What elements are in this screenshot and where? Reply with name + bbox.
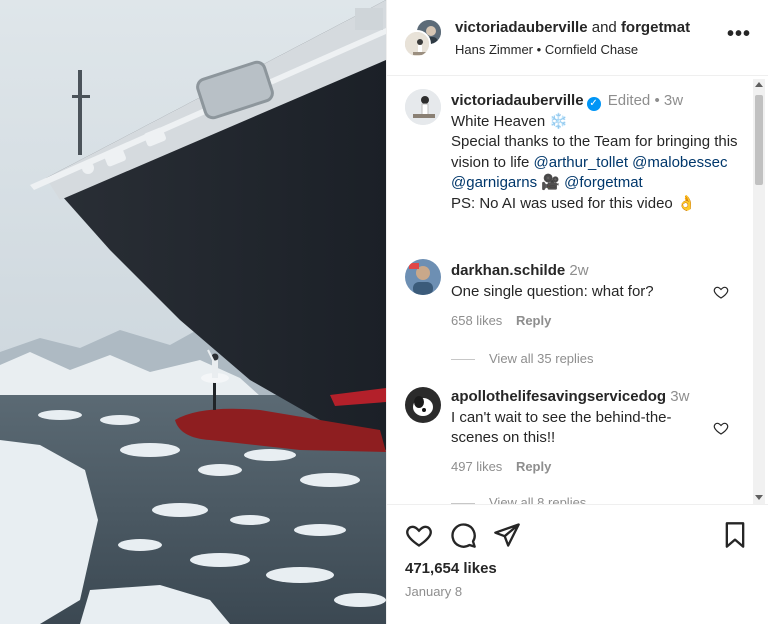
like-heart-icon[interactable] (713, 284, 729, 300)
media-illustration (0, 0, 386, 624)
divider-line (451, 359, 475, 361)
audio-artist: Hans Zimmer (455, 42, 534, 57)
view-replies-label: View all 8 replies (489, 495, 587, 504)
comment-time[interactable]: 2w (569, 262, 588, 279)
bookmark-icon[interactable] (721, 521, 749, 549)
post-caption: victoriadauberville ✓ Edited • 3w White H… (451, 91, 747, 214)
caption-line-1: White Heaven ❄️ (451, 112, 569, 130)
comment: darkhan.schilde 2w One single question: … (451, 261, 711, 302)
verified-icon: ✓ (586, 97, 601, 111)
share-icon[interactable] (493, 521, 521, 549)
post-panel: victoriadauberville and forgetmat Hans Z… (386, 0, 768, 624)
post-actions: 471,654 likes January 8 (387, 504, 768, 624)
scroll-up-icon[interactable] (755, 82, 763, 87)
comment-meta: 658 likes Reply (451, 313, 561, 328)
caption-time[interactable]: 3w (664, 92, 683, 109)
comment-meta: 497 likes Reply (451, 459, 561, 474)
edited-label: Edited (607, 92, 651, 109)
avatar[interactable] (403, 30, 431, 58)
comment-likes[interactable]: 658 likes (451, 313, 502, 328)
view-replies-button[interactable]: View all 8 replies (451, 495, 586, 504)
view-replies-button[interactable]: View all 35 replies (451, 351, 594, 366)
collab-avatars[interactable] (403, 18, 443, 58)
audio-info[interactable]: Hans Zimmer • Cornfield Chase (455, 42, 638, 57)
camera-emoji: 🎥 (541, 174, 560, 191)
mention-link[interactable]: @forgetmat (564, 174, 643, 191)
scroll-down-icon[interactable] (755, 495, 763, 500)
header-user-2[interactable]: forgetmat (621, 19, 690, 36)
audio-separator: • (536, 42, 542, 57)
more-options-icon[interactable]: ••• (727, 24, 751, 44)
post-date[interactable]: January 8 (405, 584, 462, 599)
scrollbar[interactable] (753, 79, 765, 504)
caption-username[interactable]: victoriadauberville (451, 92, 584, 109)
comment-icon[interactable] (449, 521, 477, 549)
caption-ps: PS: No AI was used for this video 👌 (451, 194, 696, 212)
like-heart-icon[interactable] (713, 420, 729, 436)
caption-dot: • (654, 92, 660, 109)
reply-button[interactable]: Reply (516, 313, 551, 328)
comment-username[interactable]: apollothelifesavingservicedog (451, 388, 666, 405)
caption-line-2: Special thanks to the Team for bringing … (451, 132, 747, 194)
comment-likes[interactable]: 497 likes (451, 459, 502, 474)
comment-username[interactable]: darkhan.schilde (451, 262, 565, 279)
comment-text: One single question: what for? (451, 282, 654, 300)
likes-count[interactable]: 471,654 likes (405, 560, 497, 577)
comment-time[interactable]: 3w (670, 388, 689, 405)
mention-link[interactable]: @garnigarns (451, 174, 537, 191)
comment-text: I can't wait to see the behind-the-scene… (451, 408, 672, 447)
header-usernames: victoriadauberville and forgetmat (455, 19, 690, 36)
view-replies-label: View all 35 replies (489, 351, 594, 366)
reply-button[interactable]: Reply (516, 459, 551, 474)
mention-link[interactable]: @malobessec (632, 154, 727, 171)
post-header: victoriadauberville and forgetmat Hans Z… (387, 0, 768, 76)
audio-track: Cornfield Chase (544, 42, 639, 57)
like-heart-icon[interactable] (405, 521, 433, 549)
comment: apollothelifesavingservicedog 3w I can't… (451, 387, 711, 449)
header-and: and (591, 19, 617, 36)
avatar[interactable] (405, 89, 441, 125)
mention-link[interactable]: @arthur_tollet (534, 154, 628, 171)
post-media[interactable] (0, 0, 386, 624)
header-user-1[interactable]: victoriadauberville (455, 19, 588, 36)
comments-section[interactable]: victoriadauberville ✓ Edited • 3w White H… (387, 77, 768, 504)
avatar[interactable] (405, 259, 441, 295)
scrollbar-thumb[interactable] (755, 95, 763, 185)
avatar[interactable] (405, 387, 441, 423)
